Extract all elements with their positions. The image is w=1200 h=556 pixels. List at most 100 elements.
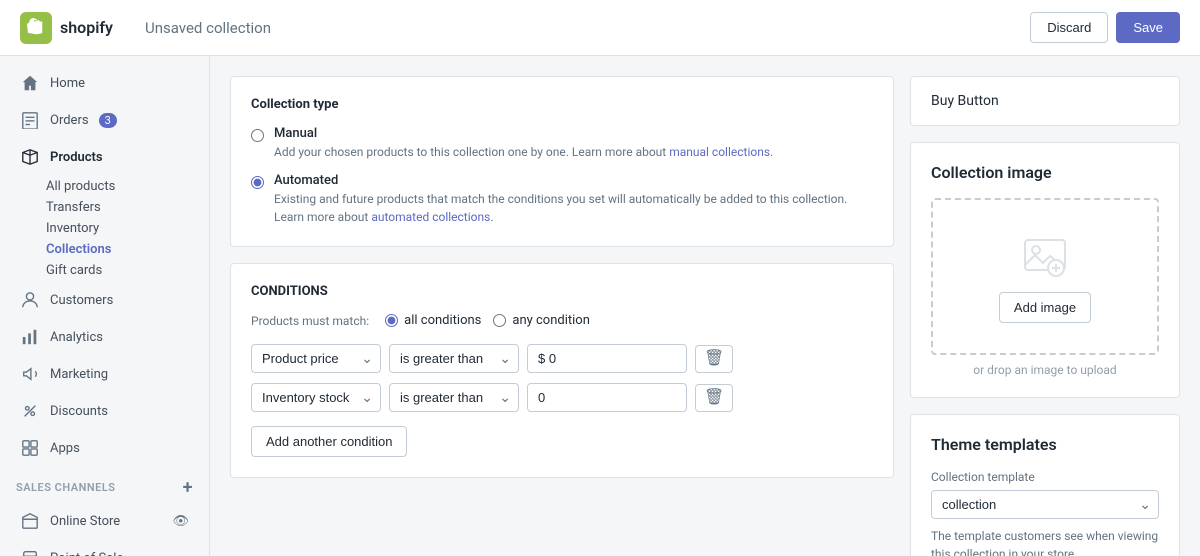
marketing-icon [20,364,40,384]
field-select-wrapper-2: Inventory stock Product price Product ti… [251,383,381,412]
sidebar-subitem-inventory[interactable]: Inventory [0,218,209,239]
orders-badge: 3 [99,113,117,128]
apps-icon [20,438,40,458]
manual-collections-link[interactable]: manual collections [669,145,770,159]
field-select-1[interactable]: Product price Product title Product tag … [251,344,381,373]
add-image-button[interactable]: Add image [999,292,1091,323]
sidebar-item-pos[interactable]: Point of Sale [4,540,205,556]
sidebar-subitem-transfers[interactable]: Transfers [0,197,209,218]
products-must-match-label: Products must match: [251,314,369,328]
manual-option-content: Manual Add your chosen products to this … [274,126,773,161]
theme-templates-card: Theme templates Collection template coll… [910,414,1180,556]
automated-option: Automated Existing and future products t… [251,173,873,226]
all-conditions-option[interactable]: all conditions [385,313,481,328]
topbar-actions: Discard Save [1030,12,1180,43]
field-select-wrapper-1: Product price Product title Product tag … [251,344,381,373]
collection-template-label: Collection template [931,470,1159,484]
manual-option: Manual Add your chosen products to this … [251,126,873,161]
sales-channels-title: SALES CHANNELS + [0,467,209,502]
sidebar-item-home[interactable]: Home [4,65,205,101]
any-condition-label: any condition [512,313,590,328]
sidebar: Home Orders 3 Products All products Tran… [0,56,210,556]
operator-select-wrapper-2: is greater than is less than is equal to [389,383,519,412]
topbar-left: shopify Unsaved collection [20,12,271,44]
sidebar-label-marketing: Marketing [50,367,108,382]
sidebar-item-analytics[interactable]: Analytics [4,319,205,355]
automated-collections-link[interactable]: automated collections [371,210,490,224]
automated-option-content: Automated Existing and future products t… [274,173,873,226]
sidebar-item-products[interactable]: Products [4,139,205,175]
pos-icon [20,548,40,556]
customers-icon [20,290,40,310]
any-condition-option[interactable]: any condition [493,313,590,328]
home-icon [20,73,40,93]
sidebar-label-products: Products [50,150,103,165]
sales-channels-label: SALES CHANNELS [16,481,116,494]
theme-templates-title: Theme templates [931,435,1159,454]
logo-text: shopify [60,18,113,37]
radio-group: Manual Add your chosen products to this … [251,126,873,226]
topbar: shopify Unsaved collection Discard Save [0,0,1200,56]
collection-type-title: Collection type [251,97,873,112]
any-condition-radio[interactable] [493,314,506,327]
condition-row-1: Product price Product title Product tag … [251,344,873,373]
analytics-icon [20,327,40,347]
field-select-2[interactable]: Inventory stock Product price Product ti… [251,383,381,412]
main-content: Collection type Manual Add your chosen p… [210,56,1200,556]
discard-button[interactable]: Discard [1030,12,1108,43]
sidebar-subitem-collections[interactable]: Collections [0,239,209,260]
collection-template-select[interactable]: collection [931,490,1159,519]
products-icon [20,147,40,167]
collection-image-card: Collection image Add image or drop an im [910,142,1180,398]
collection-image-title: Collection image [931,163,1159,182]
delete-condition-1[interactable]: 🗑 [695,345,733,373]
upload-hint: or drop an image to upload [931,363,1159,377]
operator-select-wrapper-1: is greater than is less than is equal to [389,344,519,373]
sidebar-item-apps[interactable]: Apps [4,430,205,466]
automated-radio[interactable] [251,176,264,189]
delete-condition-2[interactable]: 🗑 [695,384,733,412]
shopify-logo: shopify [20,12,113,44]
template-select-wrapper: collection [931,490,1159,519]
buy-button-label: Buy Button [931,93,999,109]
value-input-2[interactable] [527,383,687,412]
sidebar-label-discounts: Discounts [50,404,108,419]
value-input-1[interactable] [527,344,687,373]
sidebar-subitem-gift-cards[interactable]: Gift cards [0,260,209,281]
shopify-icon [20,12,52,44]
sidebar-label-analytics: Analytics [50,330,103,345]
sidebar-label-apps: Apps [50,441,80,456]
sidebar-item-orders[interactable]: Orders 3 [4,102,205,138]
conditions-card: CONDITIONS Products must match: all cond… [230,263,894,478]
center-column: Collection type Manual Add your chosen p… [230,76,894,536]
manual-desc: Add your chosen products to this collect… [274,143,773,161]
add-channel-icon[interactable]: + [183,477,193,498]
image-upload-area[interactable]: Add image [931,198,1159,355]
conditions-header: Products must match: all conditions any … [251,313,873,328]
right-column: Buy Button Collection image [910,76,1180,536]
operator-select-2[interactable]: is greater than is less than is equal to [389,383,519,412]
manual-label[interactable]: Manual [274,126,317,141]
automated-label[interactable]: Automated [274,173,338,188]
online-store-icon [20,511,40,531]
page-title: Unsaved collection [145,19,271,37]
sidebar-item-marketing[interactable]: Marketing [4,356,205,392]
sidebar-label-home: Home [50,76,85,91]
orders-icon [20,110,40,130]
condition-row-2: Inventory stock Product price Product ti… [251,383,873,412]
discounts-icon [20,401,40,421]
operator-select-1[interactable]: is greater than is less than is equal to [389,344,519,373]
all-conditions-radio[interactable] [385,314,398,327]
manual-radio[interactable] [251,129,264,142]
online-store-eye-icon[interactable]: 👁 [172,514,189,529]
sidebar-item-online-store[interactable]: Online Store 👁 [4,503,205,539]
save-button[interactable]: Save [1116,12,1180,43]
sidebar-item-customers[interactable]: Customers [4,282,205,318]
sidebar-label-customers: Customers [50,293,113,308]
sidebar-item-discounts[interactable]: Discounts [4,393,205,429]
sidebar-label-pos: Point of Sale [50,551,123,556]
conditions-title: CONDITIONS [251,284,873,299]
add-condition-button[interactable]: Add another condition [251,426,407,457]
sidebar-label-online-store: Online Store [50,514,120,529]
sidebar-subitem-all-products[interactable]: All products [0,176,209,197]
